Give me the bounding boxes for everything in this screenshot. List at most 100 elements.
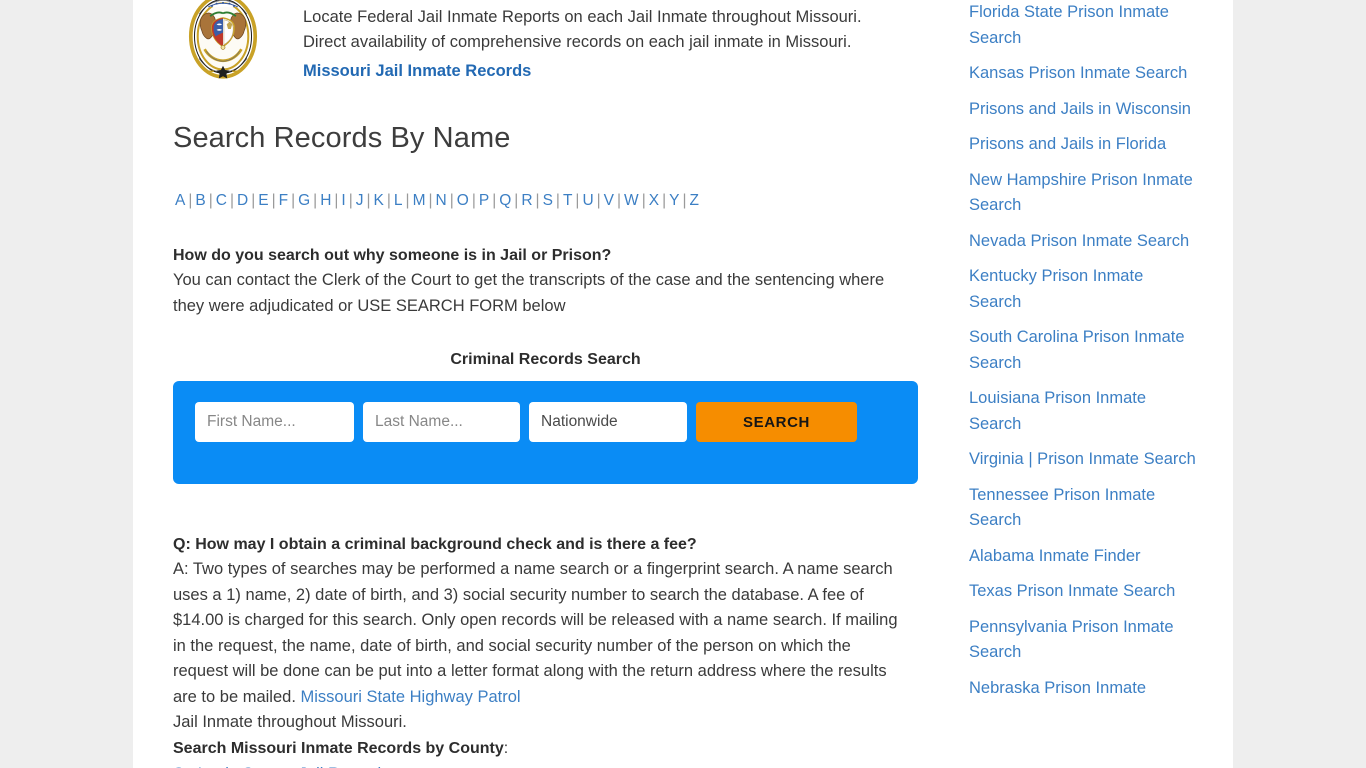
county-records-heading-text: Search Missouri Inmate Records by County [173, 739, 504, 757]
faq-top-answer: You can contact the Clerk of the Court t… [173, 271, 885, 315]
alpha-link-e[interactable]: E [256, 192, 270, 209]
sidebar-link[interactable]: Pennsylvania Prison Inmate Search [969, 615, 1198, 666]
intro-text-block: Locate Federal Jail Inmate Reports on ea… [273, 0, 862, 81]
county-heading-colon: : [503, 739, 509, 757]
alpha-link-m[interactable]: M [411, 192, 428, 209]
faq-bottom-answer-text: A: Two types of searches may be performe… [173, 560, 898, 706]
alpha-link-v[interactable]: V [602, 192, 616, 209]
alpha-link-h[interactable]: H [318, 192, 333, 209]
alpha-link-b[interactable]: B [193, 192, 207, 209]
first-name-input[interactable] [195, 402, 354, 442]
sidebar-link[interactable]: South Carolina Prison Inmate Search [969, 325, 1198, 376]
sidebar-list-item: South Carolina Prison Inmate Search [969, 325, 1198, 376]
alpha-link-z[interactable]: Z [687, 192, 700, 209]
page-title: Search Records By Name [173, 122, 511, 154]
alpha-link-t[interactable]: T [561, 192, 574, 209]
sidebar-link-list: Florida State Prison Inmate Search Kansas… [969, 0, 1198, 701]
missouri-state-seal-icon [173, 0, 273, 82]
page-root: Locate Federal Jail Inmate Reports on ea… [0, 0, 1366, 768]
sidebar-link[interactable]: Kentucky Prison Inmate Search [969, 264, 1198, 315]
sidebar-list-item: Alabama Inmate Finder [969, 544, 1198, 570]
sidebar-list-item: Nebraska Prison Inmate [969, 676, 1198, 702]
search-form-panel: SEARCH [173, 381, 918, 484]
faq-bottom-question: Q: How may I obtain a criminal backgroun… [173, 536, 697, 553]
intro-line-2: Direct availability of comprehensive rec… [303, 33, 852, 51]
alpha-link-o[interactable]: O [455, 192, 471, 209]
sidebar-link[interactable]: Kansas Prison Inmate Search [969, 61, 1198, 87]
faq-bottom-answer: A: Two types of searches may be performe… [173, 557, 903, 710]
county-records-link-list: St. Louis County Jail RecordsJackson Cou… [173, 761, 945, 768]
alpha-link-r[interactable]: R [519, 192, 534, 209]
sidebar-link[interactable]: Nebraska Prison Inmate [969, 676, 1198, 702]
sidebar-list-item: Louisiana Prison Inmate Search [969, 386, 1198, 437]
sidebar-link[interactable]: Tennessee Prison Inmate Search [969, 483, 1198, 534]
sidebar-link[interactable]: Louisiana Prison Inmate Search [969, 386, 1198, 437]
faq-bottom-block: Q: How may I obtain a criminal backgroun… [173, 532, 945, 768]
sidebar-link[interactable]: Prisons and Jails in Florida [969, 132, 1198, 158]
alpha-link-l[interactable]: L [392, 192, 405, 209]
alpha-link-d[interactable]: D [235, 192, 250, 209]
sidebar-list-item: Florida State Prison Inmate Search [969, 0, 1198, 51]
sidebar-column: Florida State Prison Inmate Search Kansas… [945, 0, 1233, 711]
faq-bottom-answer-tail: Jail Inmate throughout Missouri. [173, 713, 407, 731]
search-button[interactable]: SEARCH [696, 402, 857, 442]
search-widget-title: Criminal Records Search [450, 351, 641, 368]
alpha-link-f[interactable]: F [277, 192, 290, 209]
alpha-link-c[interactable]: C [214, 192, 229, 209]
alpha-separator: | [641, 192, 646, 209]
alpha-link-w[interactable]: W [622, 192, 641, 209]
alpha-link-y[interactable]: Y [667, 192, 681, 209]
sidebar-list-item: Texas Prison Inmate Search [969, 579, 1198, 605]
alpha-link-p[interactable]: P [477, 192, 491, 209]
faq-top-question: How do you search out why someone is in … [173, 247, 612, 264]
sidebar-list-item: Tennessee Prison Inmate Search [969, 483, 1198, 534]
alpha-separator: | [348, 192, 353, 209]
alpha-link-x[interactable]: X [647, 192, 661, 209]
alphabet-navigation[interactable]: A | B | C | D | E | F | G | H | I | J | K | L | M | N | O | P | Q | R | S | T |… [173, 191, 945, 211]
county-list-item: St. Louis County Jail Records [173, 761, 945, 768]
intro-line-1: Locate Federal Jail Inmate Reports on ea… [303, 8, 862, 26]
alpha-separator: | [596, 192, 601, 209]
alpha-link-k[interactable]: K [372, 192, 386, 209]
criminal-records-search-widget: Criminal Records Search SEARCH [173, 351, 918, 484]
alpha-separator: | [428, 192, 433, 209]
alpha-link-q[interactable]: Q [497, 192, 513, 209]
state-location-input[interactable] [529, 402, 687, 442]
sidebar-list-item: Prisons and Jails in Wisconsin [969, 97, 1198, 123]
alpha-link-a[interactable]: A [173, 192, 187, 209]
sidebar-link[interactable]: Nevada Prison Inmate Search [969, 229, 1198, 255]
sidebar-link[interactable]: Florida State Prison Inmate Search [969, 0, 1198, 51]
sidebar-list-item: Nevada Prison Inmate Search [969, 229, 1198, 255]
sidebar-list-item: Prisons and Jails in Florida [969, 132, 1198, 158]
missouri-jail-inmate-records-link[interactable]: Missouri Jail Inmate Records [303, 62, 531, 81]
sidebar-list-item: Pennsylvania Prison Inmate Search [969, 615, 1198, 666]
alpha-link-i[interactable]: I [339, 192, 347, 209]
alpha-separator: | [271, 192, 276, 209]
alpha-link-g[interactable]: G [296, 192, 312, 209]
alpha-separator: | [208, 192, 213, 209]
sidebar-list-item: Kentucky Prison Inmate Search [969, 264, 1198, 315]
alpha-separator: | [471, 192, 476, 209]
alpha-link-u[interactable]: U [580, 192, 595, 209]
sidebar-link[interactable]: Texas Prison Inmate Search [969, 579, 1198, 605]
alpha-separator: | [366, 192, 371, 209]
intro-section: Locate Federal Jail Inmate Reports on ea… [173, 0, 945, 82]
sidebar-link[interactable]: Virginia | Prison Inmate Search [969, 447, 1198, 473]
alpha-link-n[interactable]: N [434, 192, 449, 209]
last-name-input[interactable] [363, 402, 520, 442]
alpha-separator: | [405, 192, 410, 209]
sidebar-link[interactable]: New Hampshire Prison Inmate Search [969, 168, 1198, 219]
sidebar-list-item: New Hampshire Prison Inmate Search [969, 168, 1198, 219]
missouri-state-highway-patrol-link[interactable]: Missouri State Highway Patrol [301, 688, 521, 706]
sidebar-link[interactable]: Prisons and Jails in Wisconsin [969, 97, 1198, 123]
alpha-link-j[interactable]: J [354, 192, 366, 209]
main-content-column: Locate Federal Jail Inmate Reports on ea… [133, 0, 945, 768]
two-column-layout: Locate Federal Jail Inmate Reports on ea… [133, 0, 1233, 768]
sidebar-link[interactable]: Alabama Inmate Finder [969, 544, 1198, 570]
alpha-link-s[interactable]: S [541, 192, 555, 209]
faq-top-block: How do you search out why someone is in … [173, 243, 945, 319]
sidebar-list-item: Kansas Prison Inmate Search [969, 61, 1198, 87]
content-container: Locate Federal Jail Inmate Reports on ea… [133, 0, 1233, 768]
alpha-separator: | [535, 192, 540, 209]
alpha-separator: | [449, 192, 454, 209]
